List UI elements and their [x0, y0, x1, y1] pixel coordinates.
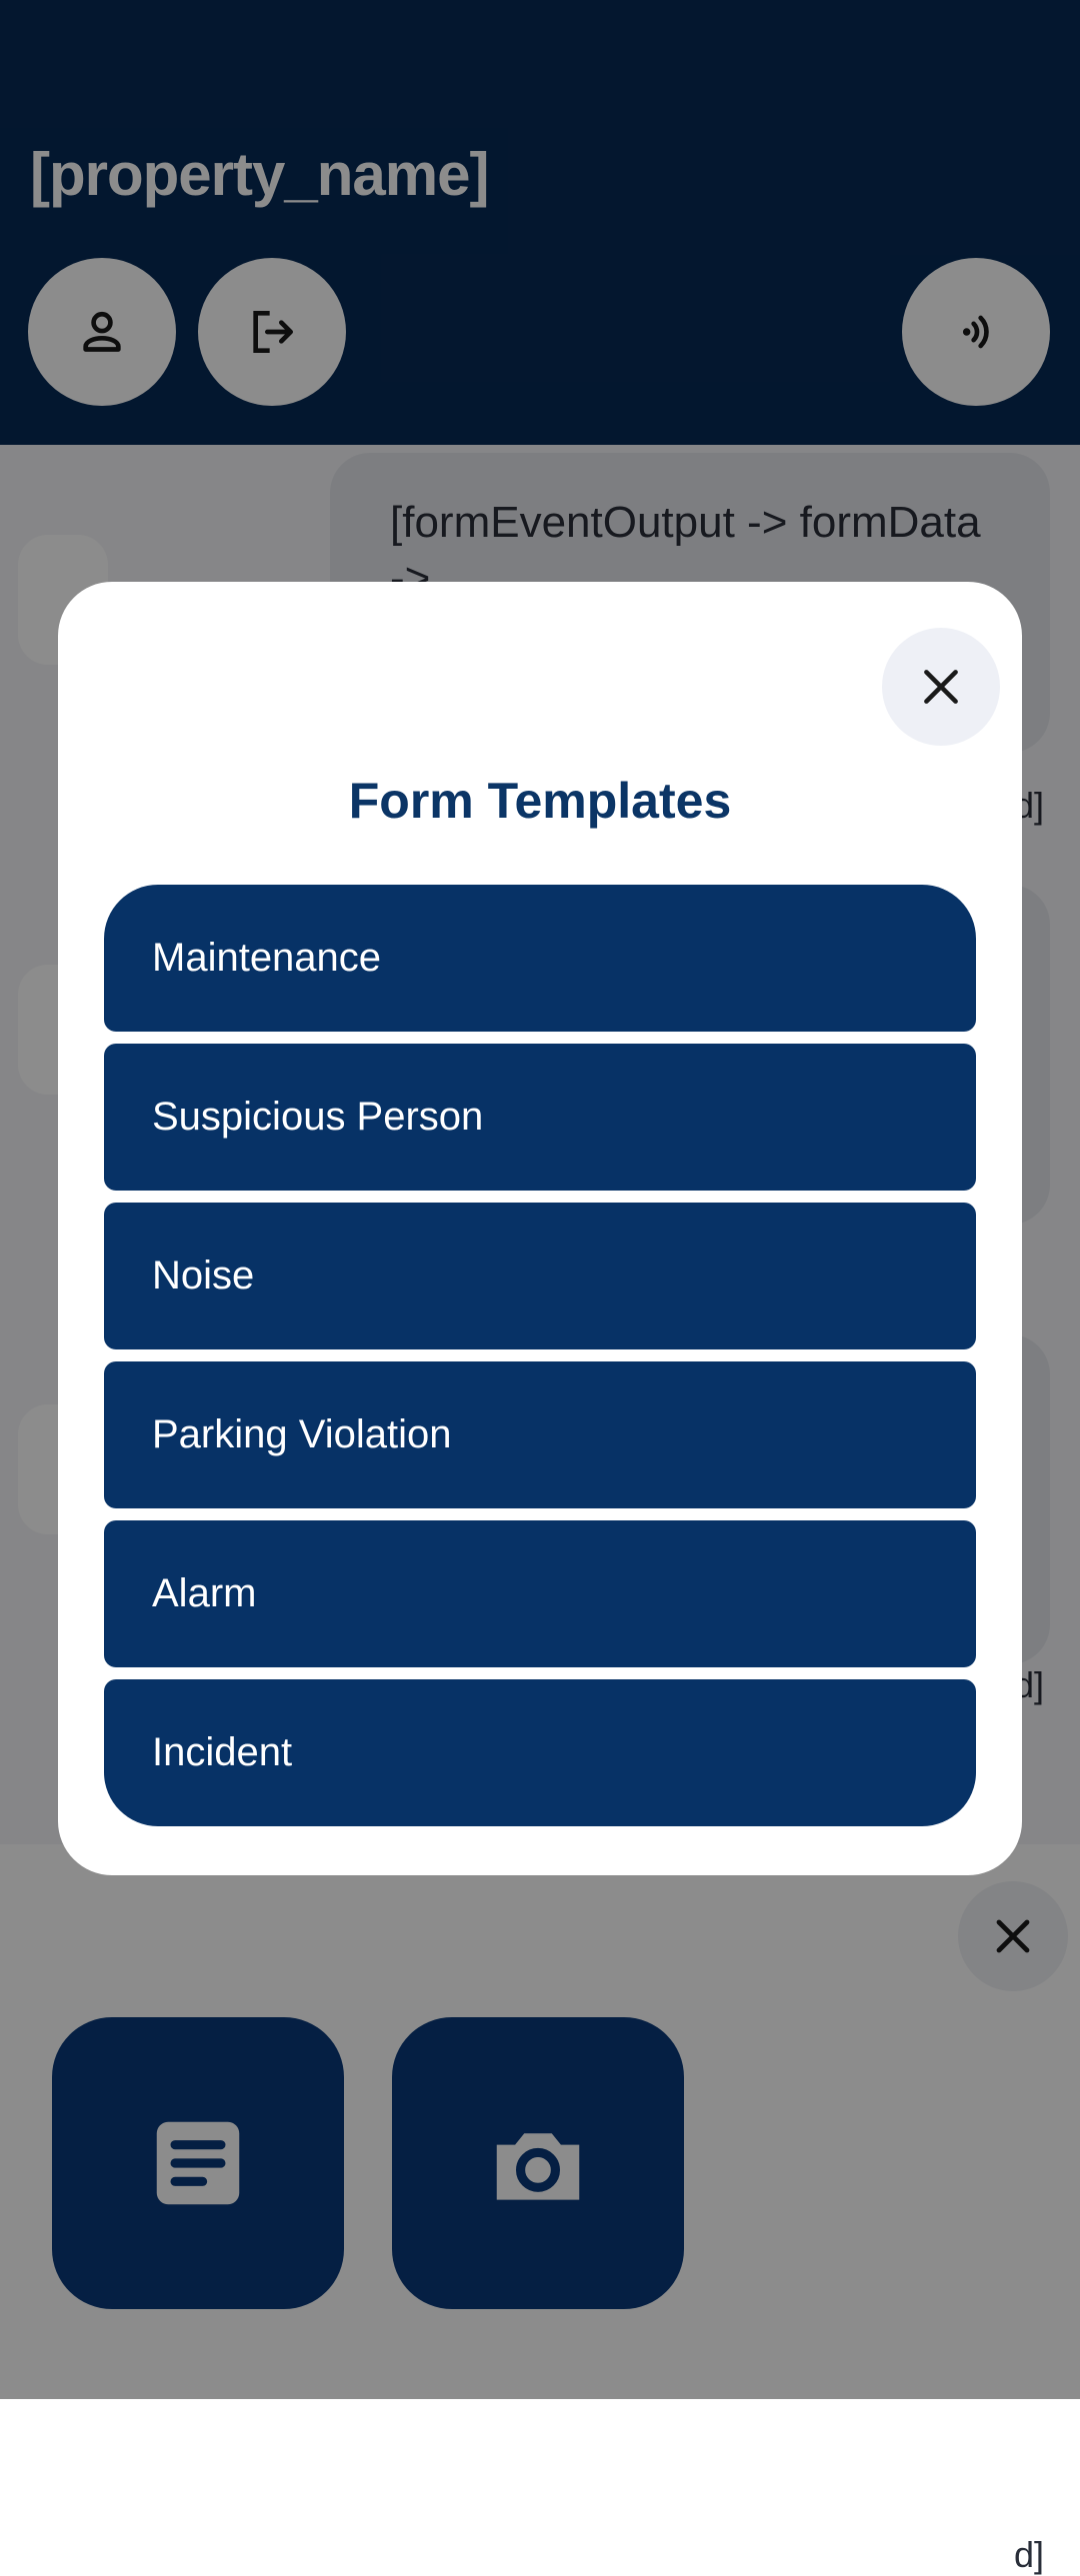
template-alarm-button[interactable]: Alarm	[104, 1520, 976, 1667]
dialog-title: Form Templates	[348, 773, 732, 829]
form-templates-dialog: Form Templates Maintenance Suspicious Pe…	[58, 582, 1022, 1875]
template-noise-button[interactable]: Noise	[104, 1203, 976, 1349]
template-incident-button[interactable]: Incident	[104, 1679, 976, 1826]
template-parking-violation-button[interactable]: Parking Violation	[104, 1361, 976, 1508]
event-card-suffix: d]	[1013, 2534, 1044, 2575]
template-maintenance-button[interactable]: Maintenance	[104, 885, 976, 1032]
close-icon	[924, 670, 958, 704]
dialog-close-button[interactable]	[882, 628, 1000, 746]
template-list: Maintenance Suspicious Person Noise Park…	[104, 885, 976, 1826]
template-suspicious-person-button[interactable]: Suspicious Person	[104, 1044, 976, 1191]
